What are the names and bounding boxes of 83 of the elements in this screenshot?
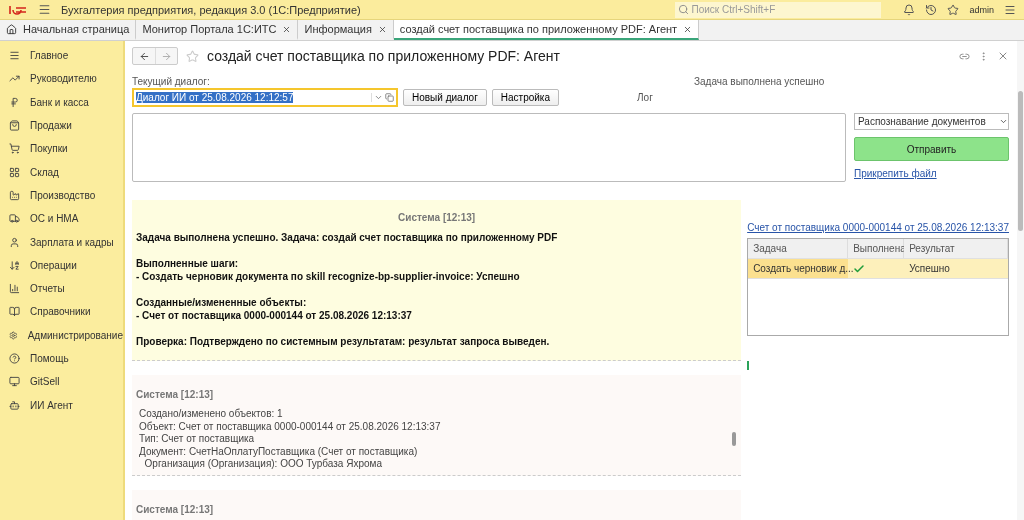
monitor-icon (9, 376, 20, 388)
shopping-bag-icon (9, 120, 20, 132)
attach-link[interactable]: Прикрепить файл (854, 168, 1009, 179)
message-text: Созданные/измененные объекты: - Счет от поставщика 0000-000144 от 25.08.2026 12:13:37 (136, 296, 413, 322)
sidebar-item[interactable]: GitSell (0, 370, 123, 394)
app-logo (8, 3, 28, 16)
search-field[interactable]: Поиск Ctrl+Shift+F (675, 1, 882, 18)
table-cell-text: Успешно (908, 262, 951, 276)
dropdown-icon[interactable] (999, 117, 1008, 126)
sidebar-item[interactable]: Покупки (0, 137, 123, 161)
star-icon[interactable] (947, 3, 960, 16)
ruble-coin-icon (9, 96, 20, 108)
field-label: Текущий диалог: (132, 76, 211, 87)
bar-chart-icon (9, 283, 20, 295)
menu-icon (9, 50, 20, 62)
tab[interactable]: создай счет поставщика по приложенному PDF: Агент (393, 20, 700, 40)
sidebar-item[interactable]: Отчеты (0, 276, 123, 301)
grid-icon (9, 166, 20, 178)
message-header: Система [12:13] (136, 503, 215, 515)
log-text: Создано/изменено объектов: 1 Объект: Счет от поставщика 0000-000144 от 25.08.2026 12:13:37 Тип: Счет от поставщика Документ: СчетНаОплатуПоставщика (Счет от поставщика) Организация (Организация): ООО Турбаза Яхрома (138, 408, 442, 471)
home-icon (6, 23, 17, 35)
message-text: Выполненные шаги: - Создать черновик документа по skill recognize-bp-supplier-invoice: Успешно (136, 257, 521, 283)
book-icon (9, 306, 20, 318)
form-title: создай счет поставщика по приложенному PDF: Агент (207, 48, 561, 64)
message-header: Система [12:13] (397, 212, 477, 223)
sort-icon (9, 259, 20, 271)
log-label: Лог (637, 92, 653, 103)
column-header: Задача (748, 239, 849, 258)
close-icon[interactable] (377, 24, 387, 34)
sidebar-item[interactable]: Помощь (0, 346, 123, 371)
mode-select[interactable]: Распознавание документов (854, 113, 1009, 130)
left-arrow-icon (138, 50, 150, 62)
message-text: Задача выполнена успешно. Задача: создай счет поставщика по приложенному PDF (136, 231, 559, 244)
sidebar-item[interactable]: Зарплата и кадры (0, 230, 123, 254)
factory-icon (9, 189, 20, 201)
form-button[interactable]: Новый диалог (403, 89, 487, 106)
column-header: Выполнена (848, 239, 905, 258)
sidebar-item[interactable]: Справочники (0, 300, 123, 324)
send-button[interactable]: Отправить (854, 137, 1009, 161)
sidebar-item[interactable]: ИИ Агент (0, 393, 123, 417)
menu-icon[interactable] (1004, 3, 1016, 16)
message-text: Проверка: Подтверждено по системным результатам: результат запроса выведен. (136, 335, 551, 348)
column-header: Результат (904, 239, 1008, 258)
scrollbar[interactable] (1017, 41, 1024, 520)
close-icon[interactable] (282, 24, 292, 34)
sidebar-item[interactable]: Операции (0, 253, 123, 277)
user-name[interactable]: admin (969, 4, 994, 15)
history-icon[interactable] (925, 3, 938, 16)
tab-label: Монитор Портала 1С:ИТС (142, 23, 277, 35)
sidebar-item[interactable]: Склад (0, 160, 123, 184)
sidebar-item[interactable]: Производство (0, 183, 123, 208)
sidebar-item[interactable]: ОС и НМА (0, 207, 123, 231)
tab-label: Информация (304, 23, 372, 35)
tab-label: Начальная страница (23, 23, 130, 35)
message-header: Система [12:13] (136, 389, 215, 400)
status-marker (747, 361, 750, 370)
table-row[interactable]: Создать черновик д... Успешно (748, 259, 1008, 279)
message-input[interactable] (132, 113, 846, 182)
status-text: Задача выполнена успешно (694, 76, 825, 87)
robot-icon (9, 399, 20, 411)
person-icon (9, 236, 20, 248)
document-link[interactable]: Счет от поставщика 0000-000144 от 25.08.2026 12:13:37 (747, 222, 1009, 233)
truck-icon (9, 213, 20, 225)
sidebar-item[interactable]: Продажи (0, 113, 123, 138)
settings-icon (9, 329, 18, 341)
form-button[interactable]: Настройка (491, 89, 560, 106)
app-title: Бухгалтерия предприятия, редакция 3.0 (1С:Предприятие) (61, 3, 362, 16)
bell-icon[interactable] (903, 3, 916, 16)
dropdown-icon[interactable] (374, 93, 383, 102)
close-icon[interactable] (997, 50, 1009, 62)
dialog-combo[interactable]: Диалог ИИ от 25.08.2026 12:12:57 (132, 88, 398, 107)
search-icon (678, 3, 690, 15)
help-icon (9, 353, 20, 364)
tab-label: создай счет поставщика по приложенному PDF: Агент (399, 23, 678, 35)
sidebar-item[interactable]: Главное (0, 44, 123, 68)
shopping-cart-icon (9, 143, 20, 155)
sidebar-item[interactable]: Администрирование (0, 323, 123, 347)
sidebar-item[interactable]: Банк и касса (0, 90, 123, 114)
close-icon[interactable] (683, 24, 693, 34)
open-window-icon[interactable] (385, 93, 394, 102)
sidebar-item[interactable]: Руководителю (0, 67, 123, 91)
right-arrow-icon (161, 50, 172, 62)
menu-icon[interactable] (38, 3, 51, 16)
